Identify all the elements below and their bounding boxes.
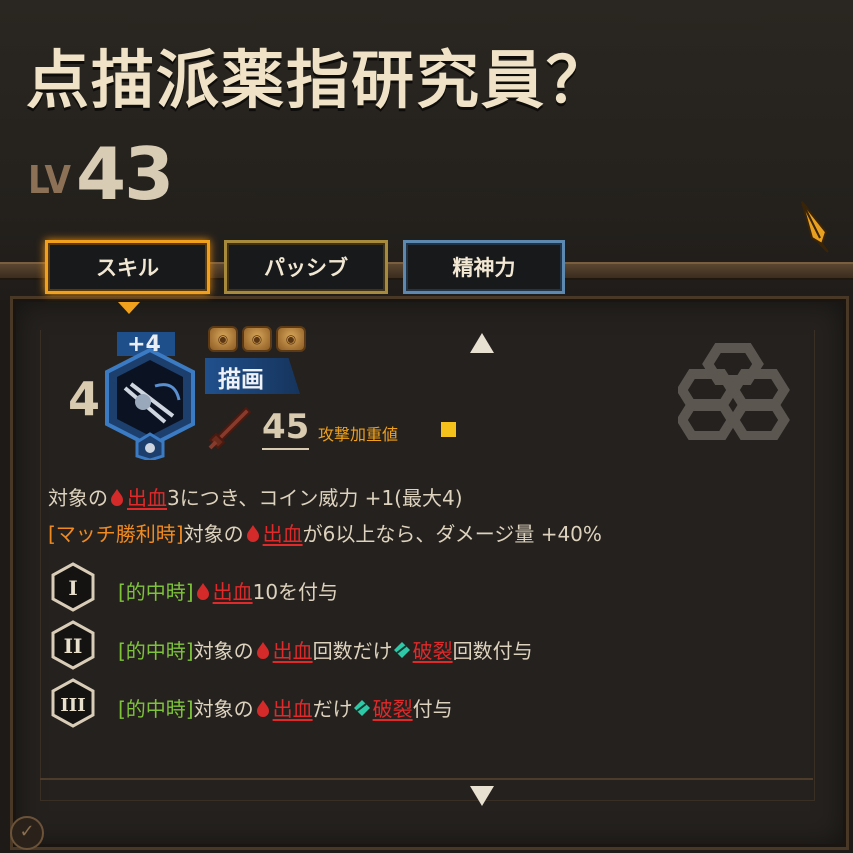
desc-text: 対象の (193, 697, 254, 721)
identity-title: 点描派薬指研究員？ (26, 44, 611, 117)
attack-weight-label: 攻撃加重値 (318, 425, 399, 444)
coin-1-icon: I (51, 562, 95, 612)
desc-text: 対象の (183, 522, 244, 546)
bleed-icon (196, 582, 209, 600)
keyword-bleed[interactable]: 出血 (273, 693, 313, 722)
coin-icon: ◉ (242, 326, 272, 352)
coin-numeral: I (68, 576, 77, 600)
coin-3-icon: III (51, 678, 95, 728)
tab-mental-power[interactable]: 精神力 (403, 240, 565, 294)
desc-text: だけ (312, 697, 353, 721)
level-value: 43 (76, 132, 174, 216)
bleed-icon (256, 699, 269, 717)
pen-nib-icon[interactable] (798, 198, 832, 256)
bleed-icon (256, 641, 269, 659)
coin-numeral: III (60, 695, 85, 716)
description-line: 対象の 出血 3につき、コイン威力 +1(最大4) (48, 482, 463, 511)
keyword-bleed[interactable]: 出血 (127, 482, 167, 511)
coin-effect-3: [的中時] 対象の 出血 だけ 破裂 付与 (118, 693, 453, 722)
skill-name: 描画 (218, 367, 264, 393)
corner-emblem-icon: ✓ (10, 816, 44, 850)
scroll-up-arrow-icon[interactable] (470, 333, 494, 353)
desc-text: 回数だけ (312, 639, 393, 663)
coin-row: ◉ ◉ ◉ (208, 326, 306, 352)
scroll-down-arrow-icon[interactable] (470, 786, 494, 806)
coin-2-icon: II (51, 620, 95, 670)
tab-passive[interactable]: パッシブ (224, 240, 388, 294)
clash-win-tag: [マッチ勝利時] (48, 522, 184, 546)
on-hit-tag: [的中時] (118, 580, 194, 604)
active-tab-indicator-icon (118, 302, 140, 314)
keyword-bleed[interactable]: 出血 (213, 576, 253, 605)
description-line: [マッチ勝利時] 対象の 出血 が6以上なら、ダメージ量 +40% (48, 518, 602, 547)
rupture-icon (393, 641, 410, 658)
attack-weight-square-icon (441, 422, 456, 437)
panel-divider (40, 778, 813, 780)
desc-text: 付与 (412, 697, 453, 721)
desc-text: 回数付与 (452, 639, 533, 663)
keyword-rupture[interactable]: 破裂 (413, 635, 453, 664)
keyword-rupture[interactable]: 破裂 (373, 693, 413, 722)
skill-power: 45 (262, 406, 310, 450)
tab-skill[interactable]: スキル (45, 240, 210, 294)
rupture-icon (353, 699, 370, 716)
upgrade-badge: +4 (127, 332, 161, 357)
bleed-icon (246, 524, 259, 542)
level-label: LV (28, 158, 72, 202)
keyword-bleed[interactable]: 出血 (273, 635, 313, 664)
keyword-bleed[interactable]: 出血 (263, 518, 303, 547)
hexagon-stack-icon (678, 343, 790, 440)
desc-text: 10を付与 (252, 580, 339, 604)
on-hit-tag: [的中時] (118, 697, 194, 721)
desc-text: 対象の (48, 486, 108, 510)
desc-text: 対象の (193, 639, 254, 663)
bleed-icon (111, 488, 123, 506)
coin-effect-1: [的中時] 出血 10を付与 (118, 576, 338, 605)
coin-effect-2: [的中時] 対象の 出血 回数だけ 破裂 回数付与 (118, 635, 533, 664)
desc-text: 3につき、コイン威力 +1(最大4) (167, 486, 463, 510)
desc-text: が6以上なら、ダメージ量 +40% (302, 522, 602, 546)
pierce-attack-icon (208, 406, 252, 450)
coin-icon: ◉ (276, 326, 306, 352)
coin-icon: ◉ (208, 326, 238, 352)
on-hit-tag: [的中時] (118, 639, 194, 663)
coin-numeral: II (64, 634, 83, 658)
